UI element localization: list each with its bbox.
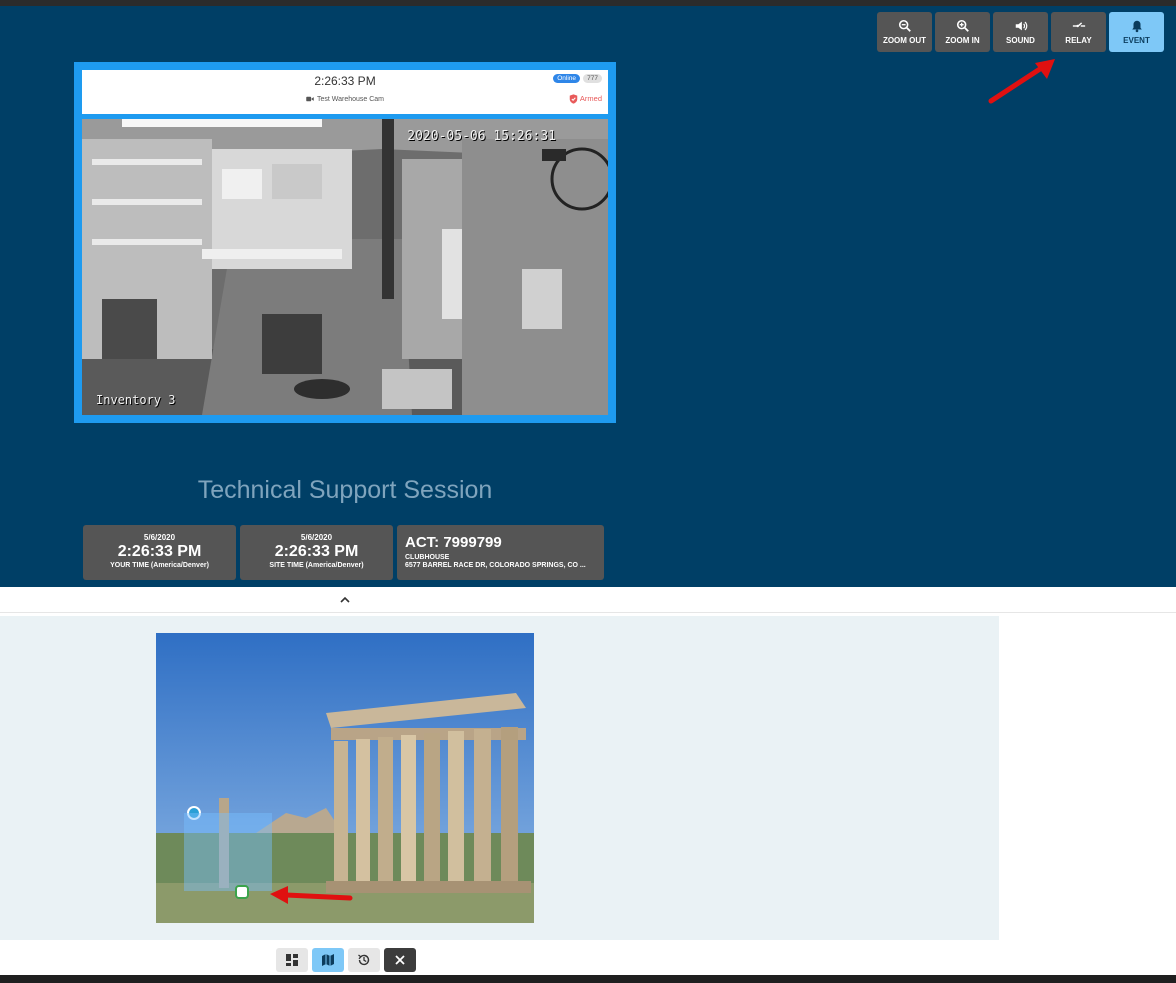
armed-label: Armed [579, 94, 602, 103]
zoom-out-button[interactable]: ZOOM OUT [877, 12, 932, 52]
sound-button[interactable]: SOUND [993, 12, 1048, 52]
account-name: CLUBHOUSE [405, 554, 450, 561]
site-map-image [156, 633, 534, 923]
zoom-in-icon [956, 19, 969, 32]
camera-video-feed: 2020-05-06 15:26:31 Inventory 3 [82, 119, 608, 415]
view-switcher [276, 948, 416, 972]
your-date: 5/6/2020 [143, 533, 176, 542]
relay-label: RELAY [1065, 36, 1092, 45]
bell-icon [1131, 20, 1142, 33]
grid-view-button[interactable] [276, 948, 308, 972]
video-timestamp: 2020-05-06 15:26:31 [407, 129, 556, 144]
your-time: 2:26:33 PM [117, 543, 202, 560]
camera-tile[interactable]: 2:26:33 PM Test Warehouse Cam Online 777… [74, 62, 616, 423]
footer-strip [0, 975, 1176, 983]
your-time-label: YOUR TIME (America/Denver) [110, 562, 209, 569]
account-address: 6577 BARREL RACE DR, COLORADO SPRINGS, C… [405, 562, 586, 569]
camera-name: Test Warehouse Cam [316, 96, 385, 103]
sound-label: SOUND [1006, 36, 1035, 45]
warehouse-scene [82, 119, 608, 415]
camera-id-badge: 777 [583, 74, 602, 83]
map-icon [322, 954, 334, 966]
collapse-toggle[interactable] [336, 593, 354, 607]
camera-name-row: Test Warehouse Cam [82, 96, 608, 103]
event-label: EVENT [1123, 36, 1150, 45]
relay-icon [1072, 22, 1085, 28]
camera-coverage-area [184, 813, 272, 891]
monitoring-panel: ZOOM OUT ZOOM IN SOUND RELAY EVENT 2:26:… [0, 6, 1176, 587]
shield-icon [569, 94, 578, 104]
event-button[interactable]: EVENT [1109, 12, 1164, 52]
sound-icon [1015, 21, 1027, 31]
divider [0, 612, 1176, 613]
map-camera-marker[interactable] [235, 885, 249, 899]
zoom-in-label: ZOOM IN [945, 36, 980, 45]
camera-header: 2:26:33 PM Test Warehouse Cam Online 777… [82, 70, 608, 114]
site-time: 2:26:33 PM [274, 543, 359, 560]
map-panel [0, 616, 999, 940]
armed-status: Armed [569, 94, 602, 104]
zoom-out-label: ZOOM OUT [882, 36, 927, 45]
site-date: 5/6/2020 [300, 533, 333, 542]
account-card: ACT: 7999799 CLUBHOUSE 6577 BARREL RACE … [397, 525, 604, 580]
session-title: Technical Support Session [197, 476, 493, 504]
zoom-out-icon [898, 19, 911, 32]
video-camera-label: Inventory 3 [96, 393, 176, 407]
history-icon [358, 954, 370, 966]
account-number: ACT: 7999799 [405, 534, 502, 551]
video-camera-icon [306, 96, 314, 102]
camera-toolbar: ZOOM OUT ZOOM IN SOUND RELAY EVENT [877, 12, 1164, 52]
zoom-in-button[interactable]: ZOOM IN [935, 12, 990, 52]
close-button[interactable] [384, 948, 416, 972]
grid-icon [286, 954, 298, 966]
chevron-up-icon [340, 596, 350, 603]
history-button[interactable] [348, 948, 380, 972]
close-icon [395, 955, 405, 965]
map-view-button[interactable] [312, 948, 344, 972]
site-time-card: 5/6/2020 2:26:33 PM SITE TIME (America/D… [240, 525, 393, 580]
status-badge: Online [553, 74, 580, 83]
relay-button[interactable]: RELAY [1051, 12, 1106, 52]
camera-time: 2:26:33 PM [314, 74, 376, 88]
your-time-card: 5/6/2020 2:26:33 PM YOUR TIME (America/D… [83, 525, 236, 580]
site-time-label: SITE TIME (America/Denver) [269, 562, 364, 569]
